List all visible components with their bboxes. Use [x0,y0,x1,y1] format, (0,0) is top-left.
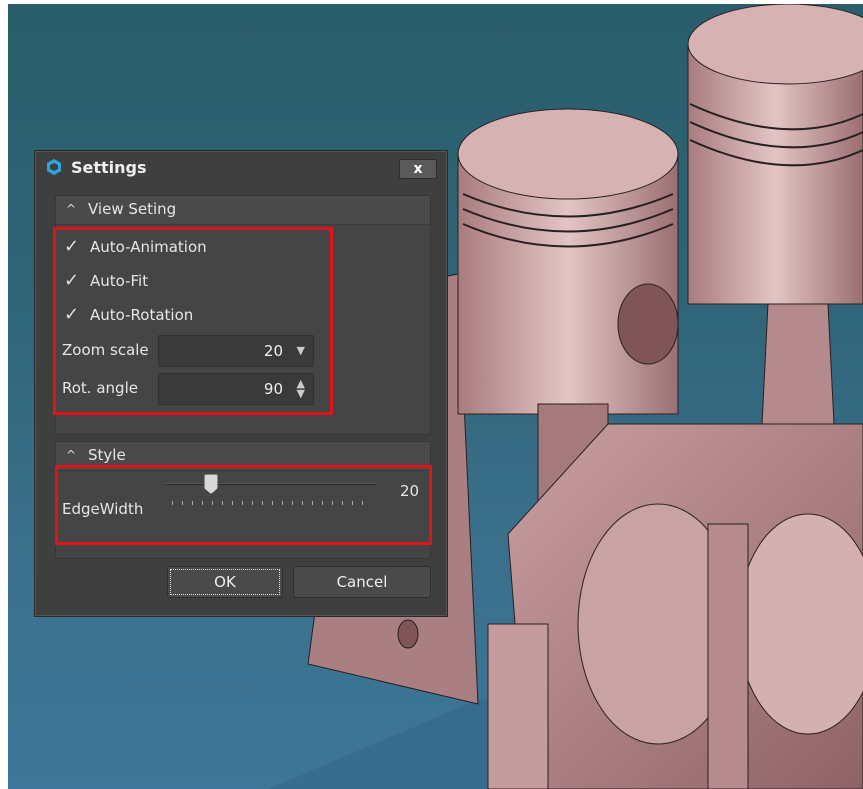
highlight-box-style [55,465,432,545]
app-logo-icon [47,159,61,175]
dialog-title: Settings [71,158,147,177]
close-button[interactable]: x [399,159,437,179]
highlight-box-view [53,227,333,415]
ok-button[interactable]: OK [167,566,283,598]
style-title: Style [88,446,126,464]
view-setting-header[interactable]: ^ View Seting [56,196,430,225]
chevron-up-icon: ^ [66,448,77,462]
view-setting-title: View Seting [88,200,177,218]
settings-dialog: Settings x ^ View Seting ✓ Auto-Animatio… [34,150,448,617]
cancel-button[interactable]: Cancel [293,566,431,598]
dialog-titlebar[interactable]: Settings x [35,151,447,185]
chevron-up-icon: ^ [66,202,77,216]
